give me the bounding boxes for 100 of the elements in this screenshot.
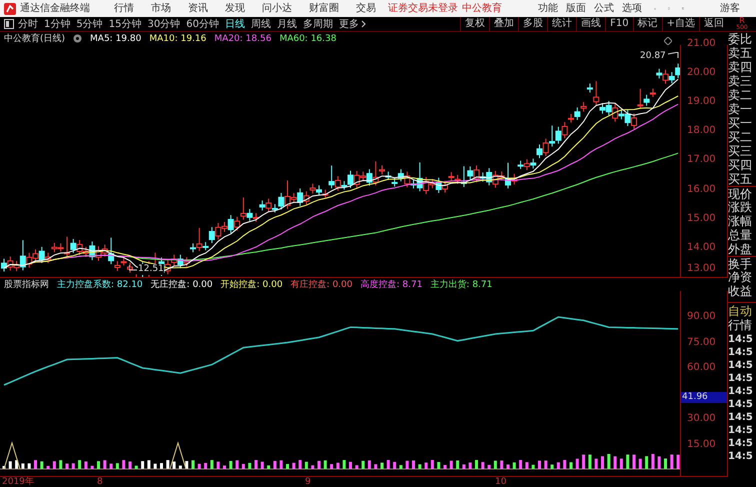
period-tab[interactable]: 月线 [276, 16, 297, 32]
trade-time: 14:5 [728, 359, 754, 372]
chart-tool-button[interactable]: +自选 [662, 17, 699, 31]
indicator-value: 开始控盘: 0.00 [220, 278, 283, 290]
trade-time: 14:5 [728, 346, 754, 359]
indicator-tick-label: 75.00 [687, 336, 716, 348]
indicator-name[interactable]: 股票指标网 [4, 278, 49, 290]
menu-item[interactable]: 资讯 [188, 2, 208, 15]
indicator-value: 主力控盘系数: 82.10 [57, 278, 143, 290]
app-logo-icon [4, 2, 16, 14]
quote-label: 涨跌 [728, 200, 753, 214]
indicator-value: 无庄控盘: 0.00 [150, 278, 213, 290]
menu-item[interactable]: 交易 [356, 2, 376, 15]
low-price-label: 12.51 [138, 264, 164, 275]
indicator-tick-label: 15.00 [687, 438, 716, 450]
chart-tool-button[interactable]: 画线 [576, 17, 606, 31]
period-tab[interactable]: 日线 [224, 16, 245, 32]
quote-label: 总量 [728, 228, 753, 242]
menu-item[interactable]: 行情 [114, 2, 134, 15]
period-tab[interactable]: 更多 [338, 16, 366, 32]
tool-menu-item[interactable]: 版面 [566, 2, 586, 15]
panel-toggle-icon[interactable] [4, 19, 14, 29]
chart-tool-button[interactable]: 多股 [518, 17, 548, 31]
menu-item[interactable]: 市场 [151, 2, 171, 15]
corner-label: R [739, 17, 745, 24]
diamond-icon[interactable] [664, 37, 672, 45]
price-tick-label: 16.00 [687, 184, 716, 196]
period-tab[interactable]: 多周期 [302, 16, 333, 32]
leader-line [668, 52, 679, 58]
date-label: 8 [97, 477, 103, 487]
quote-label: 外盘 [728, 242, 753, 256]
price-tick-label: 15.00 [687, 212, 716, 225]
period-tab[interactable]: 1分钟 [44, 16, 70, 32]
trade-time: 14:5 [728, 385, 754, 398]
tool-menu-item[interactable]: 功能 [538, 2, 558, 15]
chart-tool-button[interactable]: 标记 [632, 17, 662, 31]
price-tick-label: 19.00 [687, 96, 716, 108]
settings-icon[interactable] [73, 34, 82, 43]
tool-menu-item[interactable]: 选项 [622, 2, 642, 15]
menu-item[interactable]: 财富圈 [309, 2, 339, 15]
indicator-value: 高度控盘: 8.71 [360, 278, 422, 290]
indicator-value: 有庄控盘: 0.00 [290, 278, 352, 290]
quote-label: 卖一 [728, 102, 753, 116]
account-name: 中公教育 [462, 2, 502, 15]
date-label: 10 [495, 477, 506, 487]
trade-time: 14:5 [728, 333, 754, 346]
quote-label: 卖二 [728, 88, 753, 102]
quote-label: 买一 [728, 116, 753, 130]
login-notice[interactable]: 证券交易未登录 [388, 2, 458, 15]
leader-line [129, 265, 137, 271]
period-tab[interactable]: 5分钟 [76, 16, 103, 32]
quote-label: 买三 [728, 144, 753, 158]
quote-label: 委比 [728, 32, 753, 46]
quote-label: 卖三 [728, 74, 753, 88]
indicator-tick-label: 90.00 [687, 311, 716, 323]
period-tab[interactable]: 分时 [18, 16, 38, 32]
market-tab[interactable]: 行情 [728, 318, 756, 333]
auto-tab[interactable]: 自动 [728, 302, 756, 318]
app-title: 通达信金融终端 [20, 2, 90, 15]
trade-time: 14:5 [728, 372, 754, 385]
menu-item[interactable]: 发现 [225, 2, 245, 15]
trade-time: 14:5 [728, 398, 754, 411]
chart-title: 中公教育(日线) [4, 32, 66, 44]
quote-label: 买四 [728, 158, 753, 172]
menu-item[interactable]: 问小达 [262, 2, 292, 15]
price-tick-label: 13.00 [687, 263, 716, 275]
trade-time: 14:5 [728, 424, 754, 437]
user-label[interactable]: 游客 [720, 2, 740, 15]
price-tick-label: 17.00 [687, 154, 716, 166]
trade-time: 14:5 [728, 411, 754, 424]
high-price-label: 20.87 [640, 50, 666, 63]
trade-time: 14:5 [728, 450, 754, 463]
chart-tool-button[interactable]: 叠加 [489, 17, 518, 31]
period-tab[interactable]: 60分钟 [186, 16, 219, 32]
chart-tool-button[interactable]: 返回 [699, 17, 728, 31]
quote-label: 换手 [728, 256, 756, 270]
quote-label: 买五 [728, 172, 753, 186]
quote-label: 净资 [728, 270, 753, 284]
moving-average-label: MA5: 19.80 [90, 32, 142, 44]
moving-average-label: MA20: 18.56 [214, 32, 272, 44]
period-tab[interactable]: 周线 [250, 16, 271, 32]
price-tick-label: 18.00 [687, 125, 716, 138]
price-tick-label: 20.00 [687, 67, 716, 80]
chevron-right-icon [360, 20, 366, 28]
price-tick-label: 14.00 [687, 242, 716, 254]
tool-menu-item[interactable]: 公式 [594, 2, 614, 15]
moving-average-label: MA60: 16.38 [279, 32, 336, 44]
chart-tool-button[interactable]: F10 [605, 17, 633, 31]
period-tab[interactable]: 30分钟 [147, 16, 180, 32]
period-tab[interactable]: 15分钟 [108, 16, 142, 32]
quote-label: 卖五 [728, 46, 753, 60]
indicator-tick-label: 60.00 [687, 362, 716, 374]
date-label: 9 [305, 477, 311, 487]
indicator-tick-label: 30.00 [687, 413, 716, 425]
quote-label: 收益 [728, 284, 753, 298]
chart-tool-button[interactable]: 复权 [460, 17, 490, 31]
chart-tool-button[interactable]: 统计 [547, 17, 576, 31]
moving-average-label: MA10: 19.16 [149, 32, 206, 44]
indicator-value: 主力出货: 8.71 [430, 278, 492, 290]
current-value-marker: 41.96 [681, 392, 727, 403]
